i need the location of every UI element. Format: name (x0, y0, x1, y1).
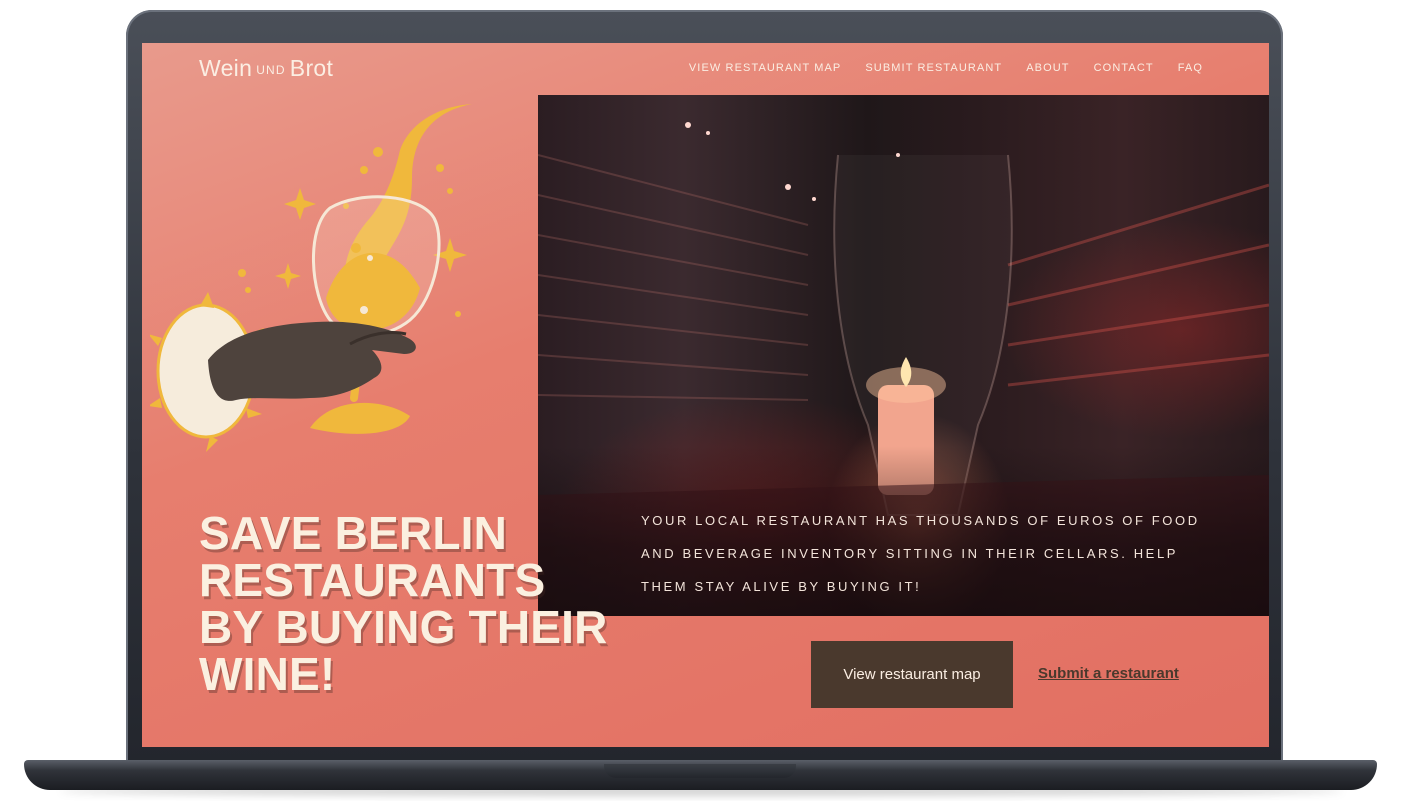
wine-drop (360, 166, 368, 174)
logo-brot: Brot (289, 55, 334, 81)
main-nav: VIEW RESTAURANT MAP SUBMIT RESTAURANT AB… (689, 62, 1203, 74)
nav-contact[interactable]: CONTACT (1094, 62, 1154, 74)
laptop-notch (604, 764, 796, 778)
bubble (351, 243, 361, 253)
sparkle-dot (455, 311, 461, 317)
headline-line: BY BUYING THEIR (199, 600, 608, 653)
sparkle-dot (238, 269, 246, 277)
headline-line: RESTAURANTS (199, 553, 546, 606)
glass-foot (310, 402, 410, 434)
wine-drop (447, 188, 453, 194)
headline-line: WINE! (199, 647, 336, 700)
logo-und: UND (256, 63, 286, 77)
hero-tagline: YOUR LOCAL RESTAURANT HAS THOUSANDS OF E… (641, 513, 1200, 594)
hero-headline: SAVE BERLIN RESTAURANTS BY BUYING THEIR … (199, 506, 679, 700)
bubble (360, 306, 368, 314)
headline-line: SAVE BERLIN (199, 506, 508, 559)
wine-drop (436, 164, 444, 172)
wine-glass-illustration (150, 104, 472, 452)
nav-faq[interactable]: FAQ (1178, 62, 1203, 74)
nav-view-restaurant-map[interactable]: VIEW RESTAURANT MAP (689, 62, 842, 74)
site-logo[interactable]: Wein UND Brot (199, 55, 333, 82)
bottle-shelves-right (1007, 183, 1269, 387)
browser-screen: Wein UND Brot VIEW RESTAURANT MAP SUBMIT R… (142, 43, 1269, 747)
view-restaurant-map-button[interactable]: View restaurant map (811, 641, 1013, 708)
submit-restaurant-link[interactable]: Submit a restaurant (1038, 665, 1179, 682)
nav-submit-restaurant[interactable]: SUBMIT RESTAURANT (865, 62, 1002, 74)
sparkle-dot (245, 287, 251, 293)
nav-about[interactable]: ABOUT (1026, 62, 1069, 74)
wine-drop (373, 147, 383, 157)
sparkle-icon (284, 188, 316, 220)
bottle-shelves-left (538, 154, 809, 401)
bubble (367, 255, 373, 261)
sparkle-icon (275, 263, 301, 289)
logo-wein: Wein (199, 55, 253, 81)
